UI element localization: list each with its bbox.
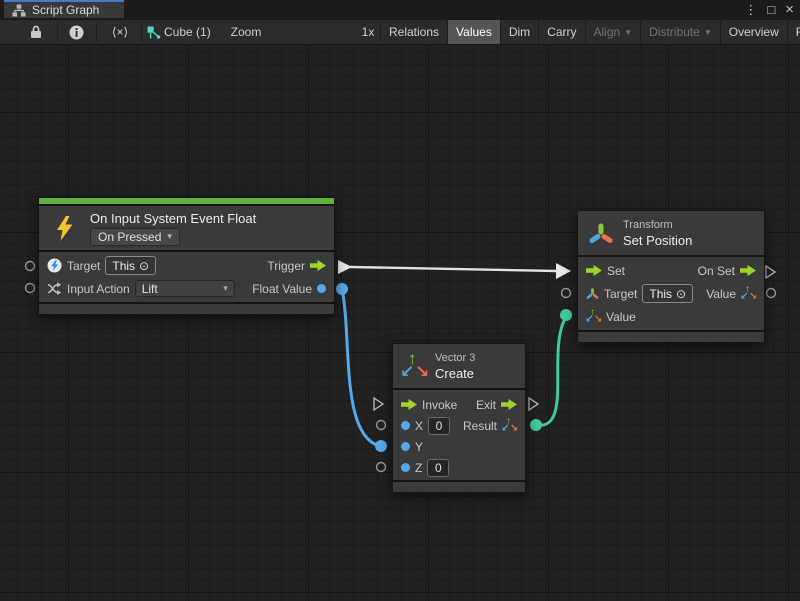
input-action-icon xyxy=(47,282,62,295)
graph-breadcrumb[interactable]: Cube (1) xyxy=(164,20,224,44)
float-value-label: Float Value xyxy=(252,282,312,296)
z-port-icon[interactable] xyxy=(401,463,410,472)
maximize-icon[interactable]: □ xyxy=(767,0,775,20)
lock-button[interactable] xyxy=(20,20,52,44)
tab-script-graph[interactable]: Script Graph xyxy=(4,0,124,18)
transform-icon xyxy=(588,220,614,246)
flow-arrow-icon[interactable] xyxy=(401,399,417,410)
vector3-type-icon[interactable]: ↑↙↘ xyxy=(741,287,756,301)
z-label: Z xyxy=(415,461,422,475)
close-icon[interactable]: × xyxy=(785,0,794,20)
float-value-port-icon[interactable] xyxy=(317,284,326,293)
vector3-icon: ↑↙↘ xyxy=(401,353,427,379)
vector3-x-row: X 0 Result ↑↙↘ xyxy=(393,415,525,436)
x-label: X xyxy=(415,419,423,433)
on-set-label: On Set xyxy=(698,264,735,278)
lightning-bolt-icon xyxy=(55,215,75,242)
flow-arrow-icon[interactable] xyxy=(740,265,756,276)
code-view-button[interactable]: ⟨×⟩ xyxy=(99,20,141,44)
x-port-icon[interactable] xyxy=(401,421,410,430)
target-this-field[interactable]: This ⊙ xyxy=(105,256,156,275)
graph-icon xyxy=(12,4,26,17)
info-button[interactable] xyxy=(60,20,92,44)
trigger-label: Trigger xyxy=(267,259,305,273)
invoke-label: Invoke xyxy=(422,398,457,412)
event-accent-strip xyxy=(39,198,334,204)
tab-title: Script Graph xyxy=(32,3,99,17)
node-title: On Input System Event Float xyxy=(90,211,256,226)
transform-value-row: ↑↙↘ Value xyxy=(578,305,764,328)
chevron-down-icon: ▾ xyxy=(223,283,228,294)
object-picker-icon[interactable]: ⊙ xyxy=(139,259,149,273)
input-system-icon xyxy=(47,258,62,273)
input-action-dropdown[interactable]: Lift ▾ xyxy=(135,280,235,297)
vector3-type-icon[interactable]: ↑↙↘ xyxy=(502,419,517,433)
carry-button[interactable]: Carry xyxy=(539,20,585,44)
value-input-label: Value xyxy=(606,310,636,324)
align-button: Align ▼ xyxy=(586,20,642,44)
dim-button[interactable]: Dim xyxy=(501,20,539,44)
node-title: Set Position xyxy=(623,233,692,248)
y-label: Y xyxy=(415,440,423,454)
node-type-label: Vector 3 xyxy=(435,352,475,364)
x-value-field[interactable]: 0 xyxy=(428,417,450,435)
vector3-z-row: Z 0 xyxy=(393,457,525,478)
z-value-field[interactable]: 0 xyxy=(427,459,449,477)
node-transform-set-position[interactable]: Transform Set Position Set On Set xyxy=(577,210,765,343)
chevron-down-icon: ▼ xyxy=(704,28,712,37)
graph-toolbar: ⟨×⟩ Cube (1) Zoom 1x Relations Values Di… xyxy=(0,20,800,45)
input-action-label: Input Action xyxy=(67,282,130,296)
target-this-field[interactable]: This ⊙ xyxy=(642,284,693,303)
y-port-icon[interactable] xyxy=(401,442,410,451)
set-label: Set xyxy=(607,264,625,278)
values-button[interactable]: Values xyxy=(448,20,501,44)
event-mode-dropdown[interactable]: On Pressed ▾ xyxy=(90,228,180,246)
transform-set-row: Set On Set xyxy=(578,259,764,282)
lock-icon xyxy=(30,25,42,39)
node-footer xyxy=(578,332,764,342)
node-on-input-system-event-float[interactable]: On Input System Event Float On Pressed ▾… xyxy=(38,197,335,315)
transform-target-row: Target This ⊙ Value ↑↙↘ xyxy=(578,282,764,305)
vector3-y-row: Y xyxy=(393,436,525,457)
overview-button[interactable]: Overview xyxy=(721,20,788,44)
window-menu-icon[interactable]: ⋮ xyxy=(744,0,757,20)
node-type-label: Transform xyxy=(623,219,692,231)
node-footer xyxy=(393,482,525,492)
info-icon xyxy=(69,25,84,40)
chevron-down-icon: ▾ xyxy=(167,231,172,242)
exit-label: Exit xyxy=(476,398,496,412)
window-titlebar: Script Graph ⋮ □ × xyxy=(0,0,800,20)
chevron-down-icon: ▼ xyxy=(624,28,632,37)
node-footer xyxy=(39,304,334,314)
event-input-action-row: Input Action Lift ▾ Float Value xyxy=(39,277,334,300)
zoom-value: 1x xyxy=(358,20,378,44)
zoom-label: Zoom xyxy=(228,20,264,44)
target-label: Target xyxy=(604,287,637,301)
flow-arrow-icon[interactable] xyxy=(310,260,326,271)
flow-arrow-icon[interactable] xyxy=(586,265,602,276)
vector3-invoke-row: Invoke Exit xyxy=(393,394,525,415)
vector3-type-icon[interactable]: ↑↙↘ xyxy=(586,310,601,324)
full-screen-button[interactable]: Full Screen xyxy=(788,20,800,44)
event-target-row: Target This ⊙ Trigger xyxy=(39,254,334,277)
value-output-label: Value xyxy=(706,287,736,301)
distribute-button: Distribute ▼ xyxy=(641,20,721,44)
object-picker-icon[interactable]: ⊙ xyxy=(676,287,686,301)
relations-button[interactable]: Relations xyxy=(381,20,448,44)
node-vector3-create[interactable]: ↑↙↘ Vector 3 Create Invoke Exit X 0 Resu… xyxy=(392,343,526,493)
transform-mini-icon xyxy=(586,287,599,300)
result-label: Result xyxy=(463,419,497,433)
graph-reference-icon xyxy=(146,20,162,44)
node-title: Create xyxy=(435,366,475,381)
target-label: Target xyxy=(67,259,100,273)
flow-arrow-icon[interactable] xyxy=(501,399,517,410)
code-icon: ⟨×⟩ xyxy=(112,25,128,39)
